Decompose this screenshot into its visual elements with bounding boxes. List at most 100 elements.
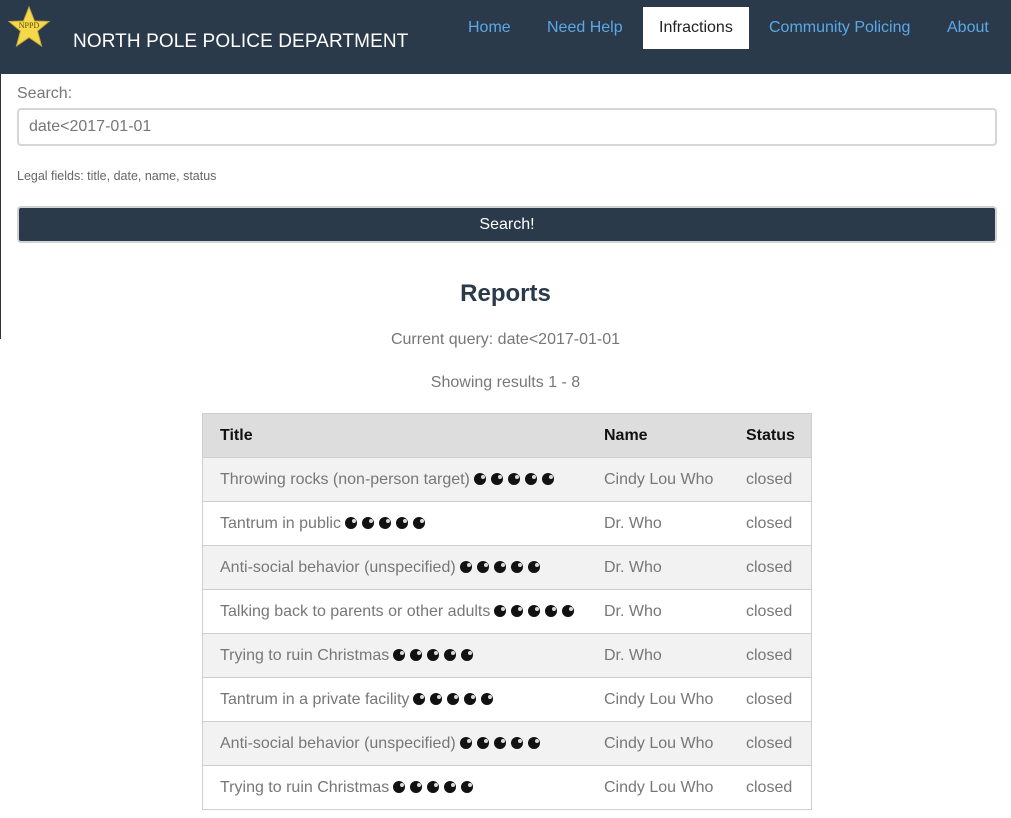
coal-rating (459, 735, 545, 752)
report-title-cell[interactable]: Anti-social behavior (unspecified) (202, 721, 604, 766)
top-navbar: NPPD NORTH POLE POLICE DEPARTMENT Home N… (0, 0, 1011, 74)
coal-rating (393, 779, 478, 796)
report-title-cell[interactable]: Tantrum in a private facility (202, 677, 604, 722)
report-title-cell[interactable]: Tantrum in public (202, 501, 604, 546)
nav-infractions[interactable]: Infractions (643, 7, 749, 49)
nav-about[interactable]: About (931, 7, 1005, 49)
table-row[interactable]: Tantrum in public Dr. Who closed (202, 501, 812, 546)
report-status-cell: closed (746, 501, 812, 546)
column-header-name[interactable]: Name (604, 413, 746, 458)
coal-lump-icon (507, 472, 520, 485)
report-title-cell[interactable]: Throwing rocks (non-person target) (202, 457, 604, 502)
coal-lump-icon (461, 780, 474, 793)
coal-lump-icon (444, 648, 457, 661)
coal-lump-icon (528, 604, 541, 617)
coal-lump-icon (562, 604, 575, 617)
report-name-cell: Dr. Who (604, 589, 746, 634)
search-label: Search: (17, 85, 73, 102)
report-title[interactable]: Trying to ruin Christmas (220, 779, 389, 796)
coal-lump-icon (511, 604, 524, 617)
star-badge-logo-icon[interactable]: NPPD (7, 6, 51, 48)
coal-lump-icon (427, 780, 440, 793)
report-name-cell: Dr. Who (604, 545, 746, 590)
report-status-cell: closed (746, 457, 812, 502)
coal-lump-icon (464, 692, 477, 705)
site-brand[interactable]: NORTH POLE POLICE DEPARTMENT (73, 31, 408, 53)
coal-rating (344, 515, 430, 532)
report-title[interactable]: Anti-social behavior (unspecified) (220, 559, 456, 576)
report-title-cell[interactable]: Trying to ruin Christmas (202, 633, 604, 678)
nav-community-policing[interactable]: Community Policing (753, 7, 926, 49)
report-status-cell: closed (746, 677, 812, 722)
report-name-cell: Cindy Lou Who (604, 765, 746, 810)
coal-lump-icon (524, 472, 537, 485)
table-row[interactable]: Talking back to parents or other adults D… (202, 589, 812, 634)
coal-lump-icon (545, 604, 558, 617)
coal-lump-icon (510, 560, 523, 573)
coal-rating (413, 691, 498, 708)
table-row[interactable]: Anti-social behavior (unspecified) Cindy … (202, 721, 812, 766)
results-count-text: Showing results 1 - 8 (430, 374, 581, 391)
current-query-text: Current query: date<2017-01-01 (390, 331, 621, 348)
coal-lump-icon (427, 648, 440, 661)
column-header-title[interactable]: Title (202, 413, 604, 458)
coal-lump-icon (473, 472, 486, 485)
logo-text: NPPD (19, 21, 40, 30)
coal-rating (494, 603, 579, 620)
coal-lump-icon (490, 472, 503, 485)
coal-lump-icon (447, 692, 460, 705)
report-name-cell: Cindy Lou Who (604, 677, 746, 722)
report-status-cell: closed (746, 545, 812, 590)
coal-lump-icon (476, 736, 489, 749)
coal-lump-icon (395, 516, 408, 529)
report-title[interactable]: Tantrum in a private facility (220, 691, 409, 708)
coal-lump-icon (494, 604, 507, 617)
coal-lump-icon (413, 692, 426, 705)
report-name-cell: Dr. Who (604, 633, 746, 678)
table-row[interactable]: Tantrum in a private facility Cindy Lou W… (202, 677, 812, 722)
report-status-cell: closed (746, 721, 812, 766)
nav-home[interactable]: Home (452, 7, 527, 49)
report-name-cell: Dr. Who (604, 501, 746, 546)
coal-lump-icon (378, 516, 391, 529)
coal-lump-icon (393, 780, 406, 793)
coal-rating (393, 647, 478, 664)
nav-need-help[interactable]: Need Help (531, 7, 639, 49)
report-status-cell: closed (746, 765, 812, 810)
report-title[interactable]: Talking back to parents or other adults (220, 603, 490, 620)
table-row[interactable]: Anti-social behavior (unspecified) Dr. Wh… (202, 545, 812, 590)
column-header-status[interactable]: Status (746, 413, 812, 458)
table-row[interactable]: Throwing rocks (non-person target) Cindy … (202, 457, 812, 502)
coal-lump-icon (410, 648, 423, 661)
coal-lump-icon (476, 560, 489, 573)
coal-rating (459, 559, 545, 576)
coal-lump-icon (412, 516, 425, 529)
coal-lump-icon (493, 736, 506, 749)
table-row[interactable]: Trying to ruin Christmas Cindy Lou Who clo… (202, 765, 812, 810)
coal-lump-icon (527, 736, 540, 749)
coal-lump-icon (527, 560, 540, 573)
report-title[interactable]: Tantrum in public (220, 515, 341, 532)
table-row[interactable]: Trying to ruin Christmas Dr. Who closed (202, 633, 812, 678)
search-input[interactable] (17, 108, 997, 146)
report-title[interactable]: Trying to ruin Christmas (220, 647, 389, 664)
coal-lump-icon (444, 780, 457, 793)
report-title[interactable]: Anti-social behavior (unspecified) (220, 735, 456, 752)
reports-table: Title Name Status Throwing rocks (non-pe… (202, 413, 812, 810)
coal-lump-icon (430, 692, 443, 705)
coal-lump-icon (459, 560, 472, 573)
report-title-cell[interactable]: Anti-social behavior (unspecified) (202, 545, 604, 590)
coal-rating (473, 471, 559, 488)
report-title-cell[interactable]: Trying to ruin Christmas (202, 765, 604, 810)
coal-lump-icon (510, 736, 523, 749)
report-title-cell[interactable]: Talking back to parents or other adults (202, 589, 604, 634)
report-status-cell: closed (746, 633, 812, 678)
coal-lump-icon (493, 560, 506, 573)
coal-lump-icon (459, 736, 472, 749)
coal-lump-icon (481, 692, 494, 705)
coal-lump-icon (461, 648, 474, 661)
search-button[interactable]: Search! (17, 206, 997, 243)
coal-lump-icon (410, 780, 423, 793)
report-title[interactable]: Throwing rocks (non-person target) (220, 471, 470, 488)
table-header-row: Title Name Status (202, 413, 812, 458)
